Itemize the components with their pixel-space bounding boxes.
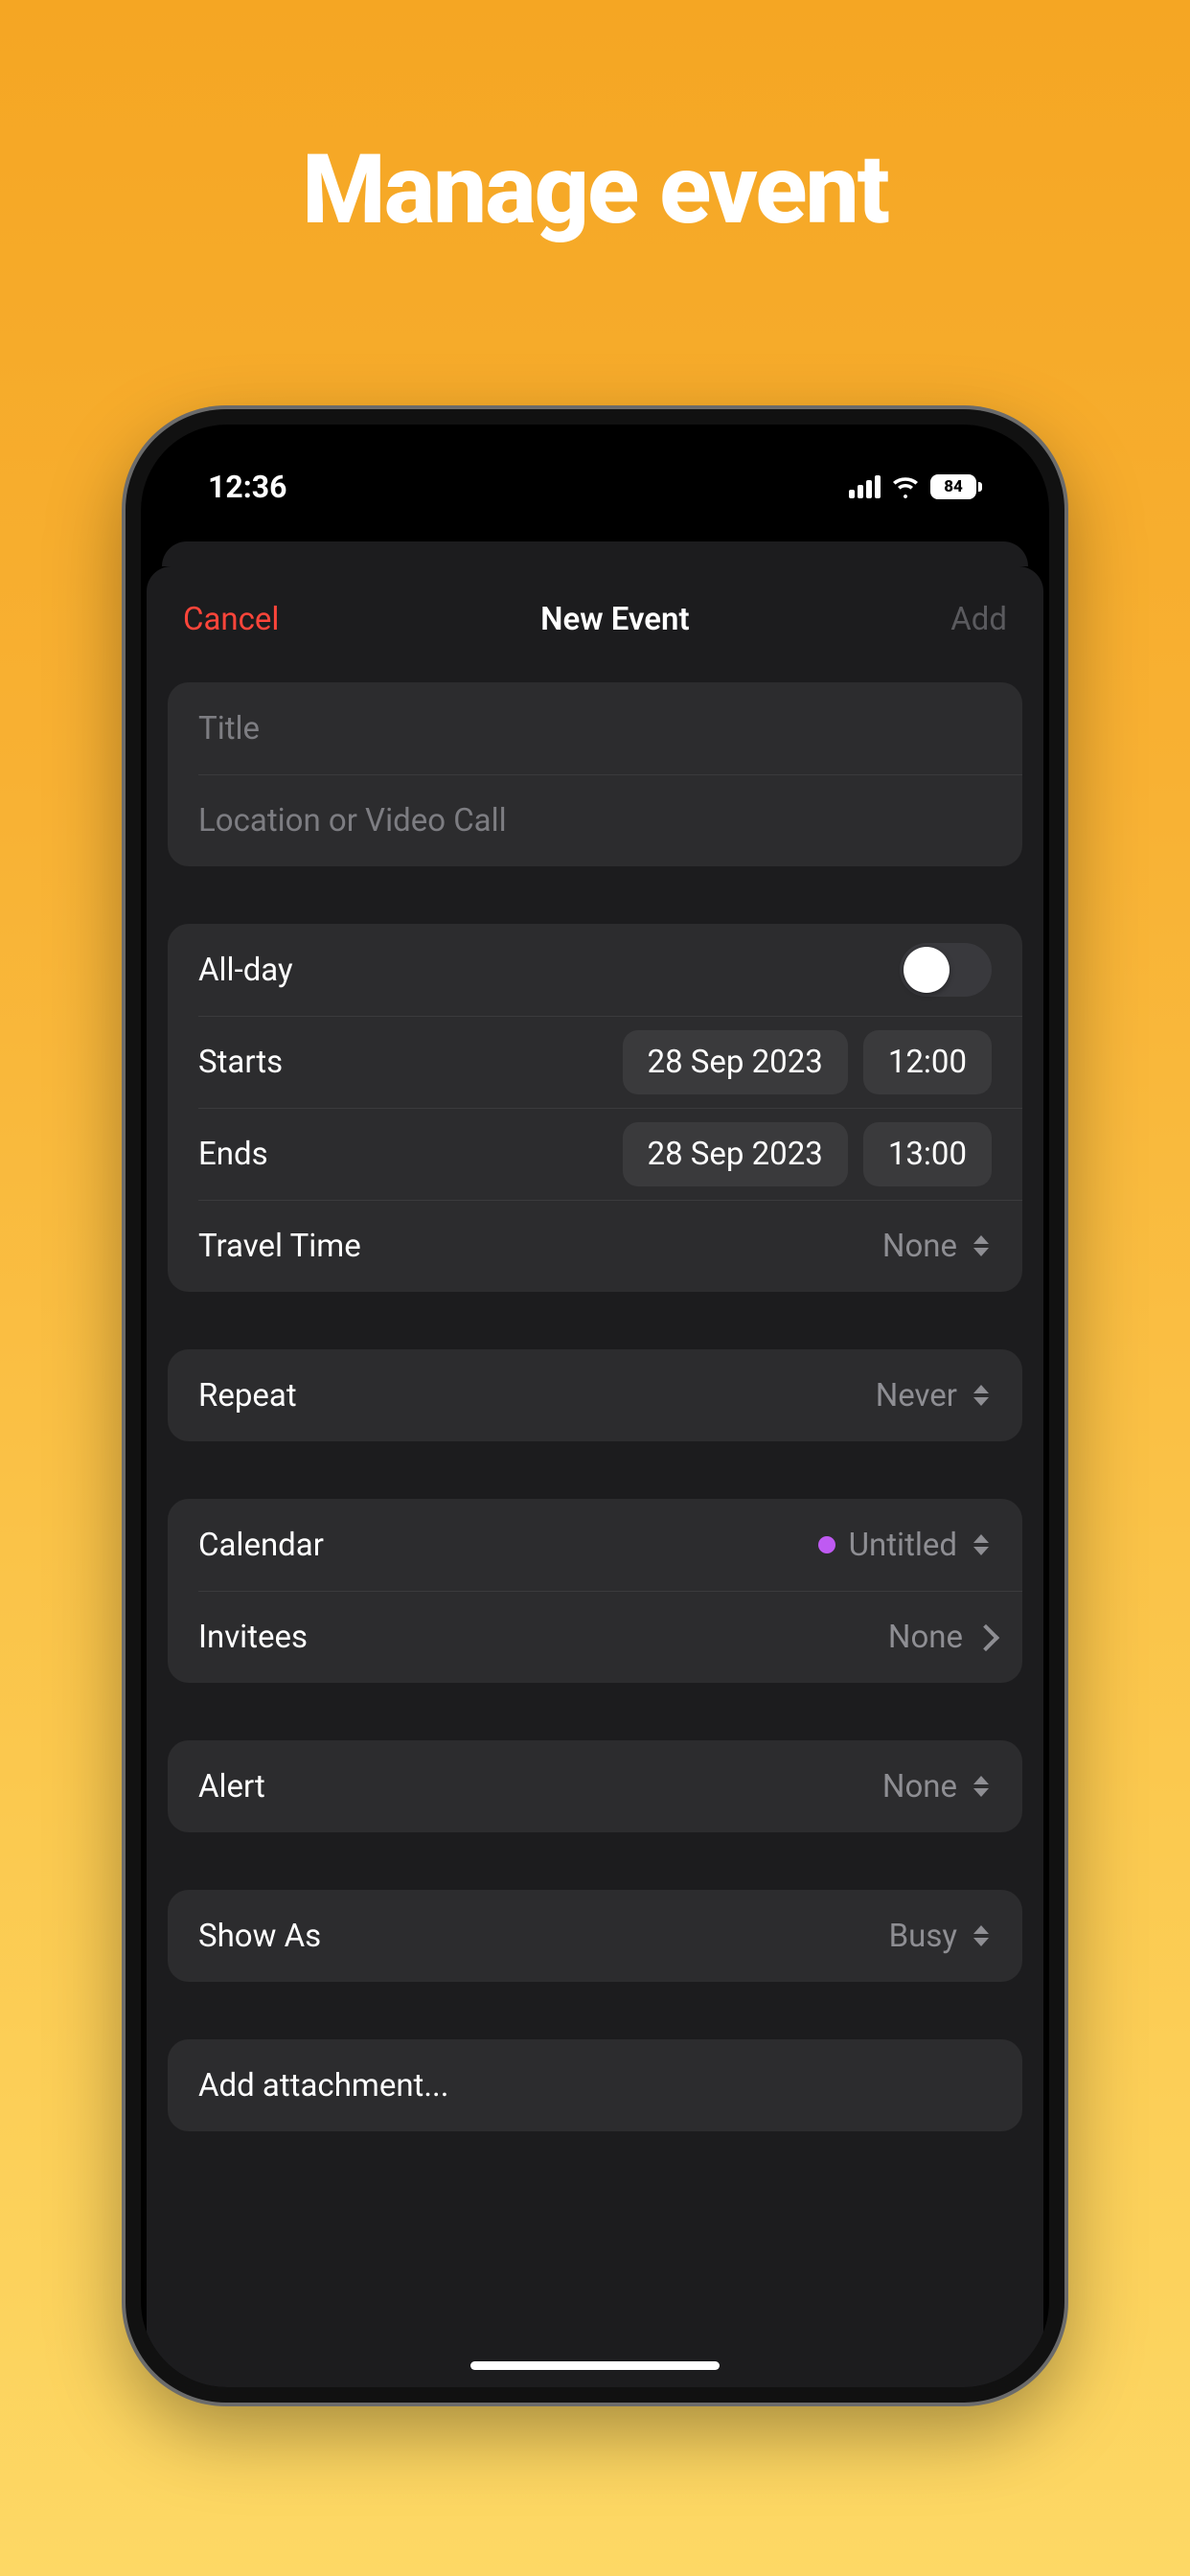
ends-time-button[interactable]: 13:00 bbox=[863, 1122, 992, 1186]
calendar-row[interactable]: Calendar Untitled bbox=[168, 1499, 1022, 1591]
phone-frame: 12:36 84 Cancel New Event bbox=[126, 409, 1064, 2403]
travel-time-label: Travel Time bbox=[198, 1228, 361, 1265]
new-event-sheet: Cancel New Event Add All-day bbox=[147, 566, 1043, 2387]
event-title-input[interactable] bbox=[198, 710, 992, 748]
sheet-content[interactable]: All-day Starts 28 Sep 2023 12:00 Ends bbox=[147, 665, 1043, 2387]
location-input[interactable] bbox=[198, 802, 992, 840]
starts-time-button[interactable]: 12:00 bbox=[863, 1030, 992, 1094]
status-time: 12:36 bbox=[208, 469, 286, 505]
add-attachment-label: Add attachment... bbox=[198, 2067, 448, 2104]
calendar-color-dot bbox=[818, 1536, 835, 1553]
cellular-signal-icon bbox=[849, 475, 881, 498]
allday-toggle[interactable] bbox=[900, 943, 992, 997]
travel-time-value: None bbox=[882, 1228, 957, 1265]
ends-row: Ends 28 Sep 2023 13:00 bbox=[168, 1108, 1022, 1200]
repeat-label: Repeat bbox=[198, 1377, 297, 1414]
alert-value: None bbox=[882, 1768, 957, 1806]
allday-row: All-day bbox=[168, 924, 1022, 1016]
calendar-label: Calendar bbox=[198, 1527, 324, 1564]
attachment-group: Add attachment... bbox=[168, 2039, 1022, 2131]
alert-row[interactable]: Alert None bbox=[168, 1740, 1022, 1832]
chevron-right-icon bbox=[976, 1624, 992, 1649]
ends-label: Ends bbox=[198, 1136, 268, 1173]
location-row bbox=[168, 774, 1022, 866]
repeat-value: Never bbox=[876, 1377, 957, 1414]
starts-row: Starts 28 Sep 2023 12:00 bbox=[168, 1016, 1022, 1108]
chevron-updown-icon bbox=[971, 1772, 992, 1801]
sheet-title: New Event bbox=[540, 601, 689, 638]
status-indicators: 84 bbox=[849, 474, 982, 499]
chevron-updown-icon bbox=[971, 1381, 992, 1410]
invitees-label: Invitees bbox=[198, 1619, 308, 1656]
datetime-group: All-day Starts 28 Sep 2023 12:00 Ends bbox=[168, 924, 1022, 1292]
alert-group: Alert None bbox=[168, 1740, 1022, 1832]
title-row bbox=[168, 682, 1022, 774]
add-button[interactable]: Add bbox=[950, 601, 1007, 638]
starts-date-button[interactable]: 28 Sep 2023 bbox=[623, 1030, 848, 1094]
invitees-row[interactable]: Invitees None bbox=[168, 1591, 1022, 1683]
allday-label: All-day bbox=[198, 952, 293, 989]
sheet-nav-bar: Cancel New Event Add bbox=[147, 566, 1043, 665]
starts-label: Starts bbox=[198, 1044, 283, 1081]
toggle-knob bbox=[904, 947, 950, 993]
cancel-button[interactable]: Cancel bbox=[183, 601, 279, 638]
dynamic-island bbox=[499, 451, 691, 503]
wifi-icon bbox=[891, 475, 920, 498]
calendar-invitees-group: Calendar Untitled Invitees None bbox=[168, 1499, 1022, 1683]
chevron-updown-icon bbox=[971, 1231, 992, 1260]
repeat-group: Repeat Never bbox=[168, 1349, 1022, 1441]
showas-row[interactable]: Show As Busy bbox=[168, 1890, 1022, 1982]
alert-label: Alert bbox=[198, 1768, 265, 1806]
promo-title: Manage event bbox=[302, 134, 888, 246]
showas-value: Busy bbox=[889, 1918, 957, 1955]
chevron-updown-icon bbox=[971, 1921, 992, 1950]
calendar-value: Untitled bbox=[849, 1527, 957, 1564]
showas-group: Show As Busy bbox=[168, 1890, 1022, 1982]
invitees-value: None bbox=[888, 1619, 963, 1656]
ends-date-button[interactable]: 28 Sep 2023 bbox=[623, 1122, 848, 1186]
battery-icon: 84 bbox=[930, 474, 982, 499]
add-attachment-row[interactable]: Add attachment... bbox=[168, 2039, 1022, 2131]
chevron-updown-icon bbox=[971, 1530, 992, 1559]
home-indicator[interactable] bbox=[470, 2361, 720, 2370]
showas-label: Show As bbox=[198, 1918, 321, 1955]
repeat-row[interactable]: Repeat Never bbox=[168, 1349, 1022, 1441]
title-location-group bbox=[168, 682, 1022, 866]
background-sheet-peek bbox=[162, 541, 1028, 566]
travel-time-row[interactable]: Travel Time None bbox=[168, 1200, 1022, 1292]
phone-screen: 12:36 84 Cancel New Event bbox=[141, 425, 1049, 2387]
battery-level: 84 bbox=[944, 477, 963, 496]
